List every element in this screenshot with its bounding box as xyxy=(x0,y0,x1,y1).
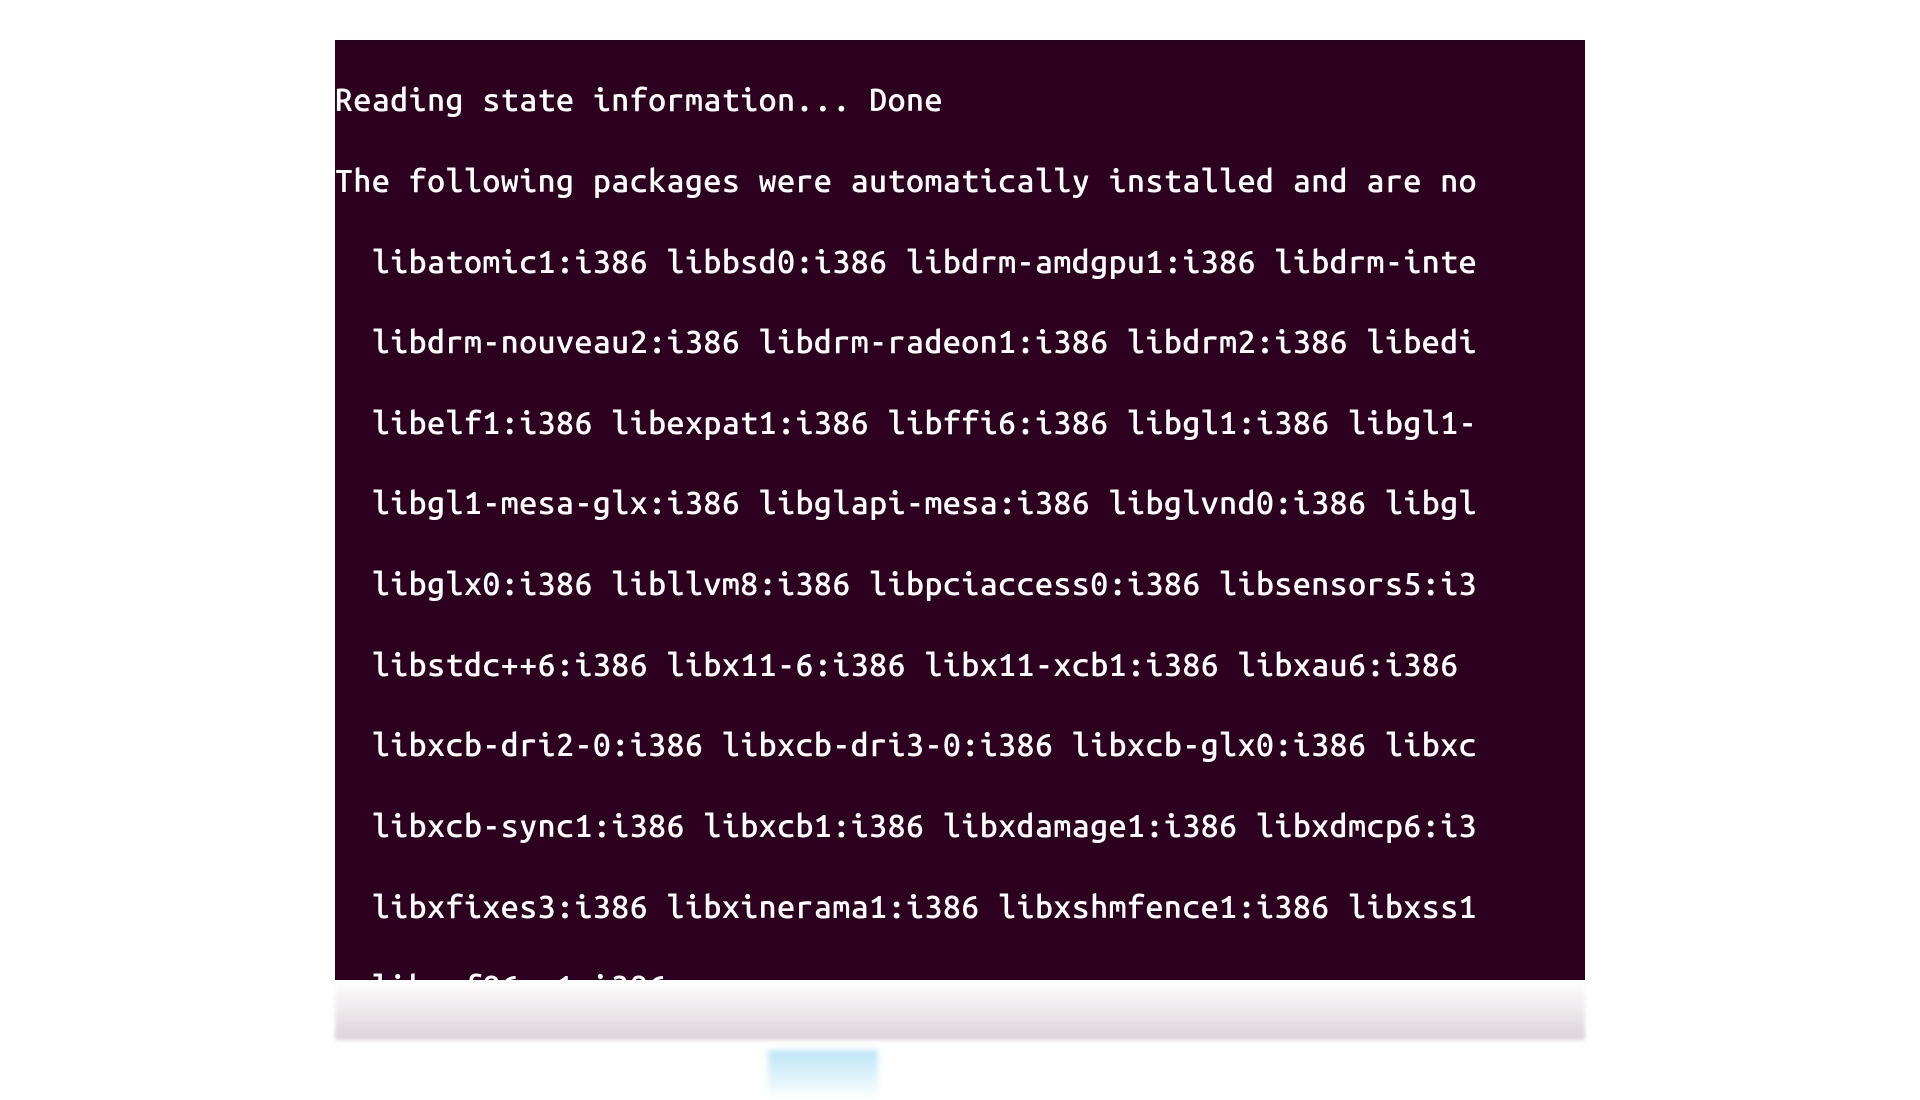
output-line: The following packages were automaticall… xyxy=(335,161,1585,201)
output-line: libatomic1:i386 libbsd0:i386 libdrm-amdg… xyxy=(335,242,1585,282)
output-line: libdrm-nouveau2:i386 libdrm-radeon1:i386… xyxy=(335,322,1585,362)
output-line: libgl1-mesa-glx:i386 libglapi-mesa:i386 … xyxy=(335,483,1585,523)
output-line: libglx0:i386 libllvm8:i386 libpciaccess0… xyxy=(335,564,1585,604)
terminal-window[interactable]: Reading state information... Done The fo… xyxy=(335,40,1585,980)
output-line: libxxf86vm1:i386 xyxy=(335,967,1585,980)
output-line: Reading state information... Done xyxy=(335,80,1585,120)
output-line: libxcb-dri2-0:i386 libxcb-dri3-0:i386 li… xyxy=(335,725,1585,765)
output-line: libxfixes3:i386 libxinerama1:i386 libxsh… xyxy=(335,887,1585,927)
reflection-decoration xyxy=(335,980,1585,1040)
output-line: libelf1:i386 libexpat1:i386 libffi6:i386… xyxy=(335,403,1585,443)
terminal-output: Reading state information... Done The fo… xyxy=(335,40,1585,980)
output-line: libxcb-sync1:i386 libxcb1:i386 libxdamag… xyxy=(335,806,1585,846)
output-line: libstdc++6:i386 libx11-6:i386 libx11-xcb… xyxy=(335,645,1585,685)
reflection-highlight-decoration xyxy=(768,1050,878,1100)
